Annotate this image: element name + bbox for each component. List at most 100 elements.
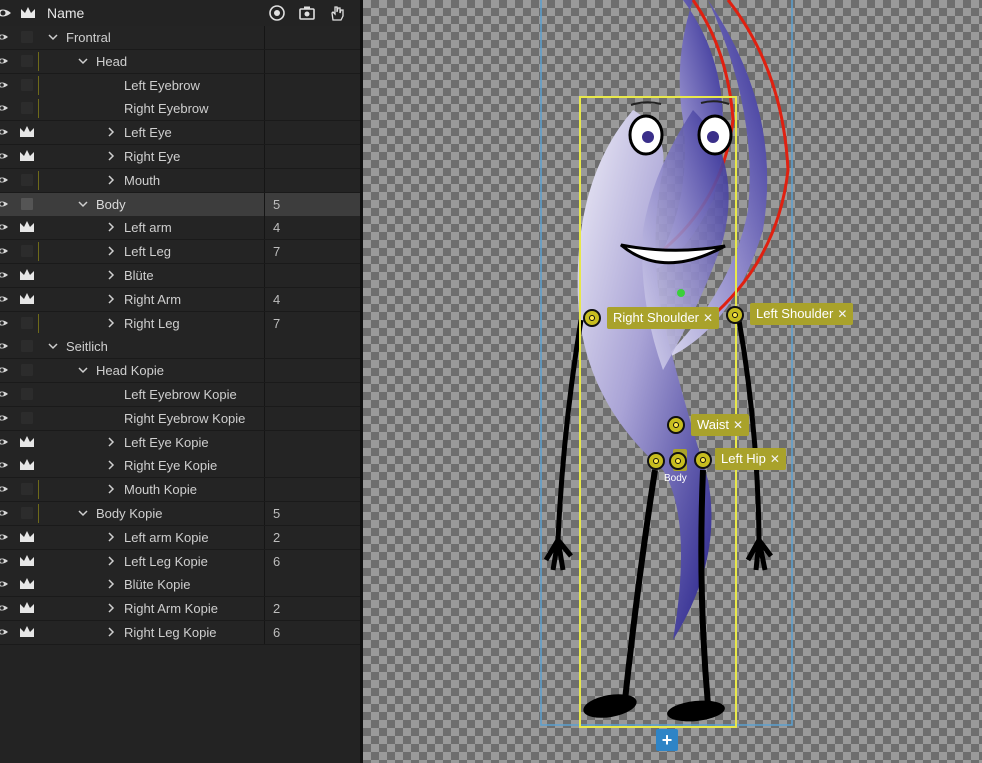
layer-row[interactable]: Right Leg 7	[0, 311, 360, 336]
layer-row[interactable]: Right Eyebrow Kopie	[0, 406, 360, 431]
layer-row[interactable]: Left arm Kopie 2	[0, 525, 360, 550]
lock-toggle[interactable]	[21, 31, 33, 43]
layer-row[interactable]: Body Kopie 5	[0, 502, 360, 526]
lock-toggle[interactable]	[21, 316, 33, 329]
layer-row[interactable]: Left Leg 7	[0, 240, 360, 265]
crown-icon[interactable]	[19, 149, 35, 163]
right-shoulder-tag[interactable]: Right Shoulder ✕	[607, 307, 720, 329]
lock-toggle[interactable]	[21, 507, 33, 519]
crown-icon[interactable]	[19, 435, 35, 449]
layer-row[interactable]: Seitlich	[0, 335, 360, 360]
lock-toggle[interactable]	[21, 483, 33, 496]
chevron-right-icon[interactable]	[105, 268, 117, 282]
layer-row[interactable]: Right Arm 4	[0, 287, 360, 312]
eye-icon[interactable]	[0, 507, 8, 519]
close-icon[interactable]: ✕	[703, 311, 713, 325]
lock-toggle[interactable]	[21, 411, 33, 424]
layer-row[interactable]: Mouth Kopie	[0, 478, 360, 503]
hand-icon[interactable]	[328, 4, 346, 22]
chevron-right-icon[interactable]	[105, 554, 117, 568]
crown-icon[interactable]	[19, 530, 35, 544]
right-shoulder-pin[interactable]	[583, 309, 601, 327]
camera-icon[interactable]	[298, 4, 316, 22]
layer-row[interactable]: Blüte Kopie	[0, 573, 360, 598]
left-hip-pin[interactable]	[694, 451, 712, 469]
chevron-right-icon[interactable]	[105, 220, 117, 234]
lock-toggle[interactable]	[21, 173, 33, 186]
layer-row[interactable]: Mouth	[0, 168, 360, 193]
waist-tag[interactable]: Waist ✕	[691, 414, 750, 436]
layer-row[interactable]: Head	[0, 49, 360, 74]
lock-toggle[interactable]	[21, 364, 33, 377]
eye-icon[interactable]	[0, 459, 8, 471]
crown-icon[interactable]	[19, 458, 35, 472]
close-icon[interactable]: ✕	[733, 418, 743, 432]
layer-row[interactable]: Blüte	[0, 264, 360, 288]
target-icon[interactable]	[268, 4, 286, 22]
chevron-right-icon[interactable]	[105, 625, 117, 639]
crown-icon[interactable]	[19, 577, 35, 591]
eye-icon[interactable]	[0, 31, 8, 43]
eye-icon[interactable]	[0, 436, 8, 448]
eye-icon[interactable]	[0, 198, 8, 210]
chevron-right-icon[interactable]	[105, 530, 117, 544]
layer-row[interactable]: Left Leg Kopie 6	[0, 549, 360, 574]
layer-row[interactable]: Right Eye	[0, 145, 360, 169]
chevron-right-icon[interactable]	[105, 149, 117, 163]
crown-icon[interactable]	[19, 220, 35, 234]
lock-toggle[interactable]	[21, 245, 33, 258]
close-icon[interactable]: ✕	[837, 307, 847, 321]
layer-row[interactable]: Left Eye Kopie	[0, 430, 360, 455]
layer-row[interactable]: Left arm 4	[0, 216, 360, 241]
chevron-down-icon[interactable]	[77, 197, 89, 211]
crown-icon[interactable]	[19, 292, 35, 306]
lock-toggle[interactable]	[21, 340, 33, 353]
body-pin[interactable]	[669, 452, 687, 470]
waist-pin[interactable]	[667, 416, 685, 434]
lock-toggle[interactable]	[21, 54, 33, 67]
chevron-right-icon[interactable]	[105, 125, 117, 139]
chevron-right-icon[interactable]	[105, 577, 117, 591]
chevron-right-icon[interactable]	[105, 435, 117, 449]
eye-icon[interactable]	[0, 79, 8, 91]
eye-icon[interactable]	[0, 4, 12, 22]
right-hip-pin[interactable]	[647, 452, 665, 470]
left-shoulder-tag[interactable]: Left Shoulder ✕	[750, 303, 854, 325]
chevron-right-icon[interactable]	[105, 482, 117, 496]
eye-icon[interactable]	[0, 340, 8, 352]
layer-row[interactable]: Body 5	[0, 192, 360, 217]
crown-icon[interactable]	[19, 601, 35, 615]
eye-icon[interactable]	[0, 126, 8, 138]
eye-icon[interactable]	[0, 531, 8, 543]
chevron-down-icon[interactable]	[77, 363, 89, 377]
eye-icon[interactable]	[0, 174, 8, 186]
chevron-right-icon[interactable]	[105, 244, 117, 258]
layer-row[interactable]: Left Eyebrow Kopie	[0, 383, 360, 407]
lock-toggle[interactable]	[21, 388, 33, 400]
name-column-header[interactable]: Name	[47, 5, 84, 21]
chevron-right-icon[interactable]	[105, 292, 117, 306]
layer-row[interactable]: Left Eye	[0, 121, 360, 146]
layer-row[interactable]: Right Arm Kopie 2	[0, 597, 360, 622]
chevron-down-icon[interactable]	[77, 506, 89, 520]
eye-icon[interactable]	[0, 364, 8, 376]
eye-icon[interactable]	[0, 483, 8, 495]
eye-icon[interactable]	[0, 102, 8, 114]
eye-icon[interactable]	[0, 55, 8, 67]
eye-icon[interactable]	[0, 245, 8, 257]
eye-icon[interactable]	[0, 578, 8, 590]
eye-icon[interactable]	[0, 602, 8, 614]
crown-icon[interactable]	[19, 4, 37, 22]
crown-icon[interactable]	[19, 125, 35, 139]
chevron-down-icon[interactable]	[47, 30, 59, 44]
layer-row[interactable]: Left Eyebrow	[0, 73, 360, 98]
eye-icon[interactable]	[0, 412, 8, 424]
eye-icon[interactable]	[0, 388, 8, 400]
layer-row[interactable]: Frontral	[0, 26, 360, 50]
eye-icon[interactable]	[0, 317, 8, 329]
chevron-right-icon[interactable]	[105, 458, 117, 472]
eye-icon[interactable]	[0, 221, 8, 233]
lock-toggle[interactable]	[21, 78, 33, 91]
eye-icon[interactable]	[0, 555, 8, 567]
layer-row[interactable]: Head Kopie	[0, 359, 360, 384]
